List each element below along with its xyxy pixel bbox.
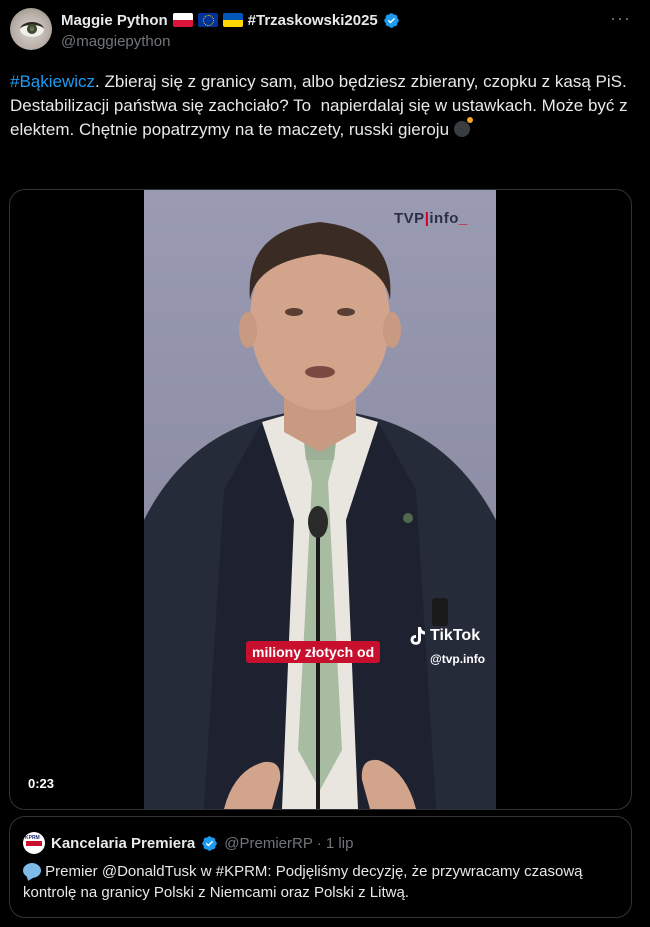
- tiktok-watermark: TikTok: [408, 626, 480, 646]
- speaker-image: [144, 222, 496, 809]
- verified-badge-icon: [201, 835, 218, 852]
- video-caption: miliony złotych od: [246, 641, 381, 663]
- quoted-tweet-text: Premier @DonaldTusk w #KPRM: Podjęliśmy …: [23, 863, 583, 901]
- author-name-tag[interactable]: #Trzaskowski2025: [248, 12, 378, 29]
- verified-badge-icon[interactable]: [383, 12, 400, 29]
- video-player[interactable]: TVP|info_ miliony złotych od TikTok @tvp…: [9, 189, 632, 810]
- eu-flag-icon: [197, 13, 218, 27]
- ukraine-flag-icon: [222, 13, 243, 27]
- quoted-tweet-header: Kancelaria Premiera @PremierRP · 1 lip: [23, 832, 354, 854]
- logo-underscore: _: [458, 210, 468, 227]
- tiktok-icon: [410, 627, 425, 645]
- tweet-header: Maggie Python #Trzaskowski2025 @maggiepy…: [0, 0, 650, 62]
- tvp-info-logo: TVP|info_: [394, 210, 468, 227]
- author-display-name[interactable]: Maggie Python: [61, 12, 168, 29]
- author-name-row: Maggie Python #Trzaskowski2025: [61, 10, 400, 30]
- quoted-author-handle-date: @PremierRP · 1 lip: [224, 834, 354, 852]
- more-options-icon[interactable]: ···: [610, 8, 631, 29]
- iris-graphic: [27, 24, 37, 34]
- poland-flag-icon: [172, 13, 193, 27]
- kprm-avatar: [23, 832, 45, 854]
- tweet-body: #Bąkiewicz. Zbieraj się z granicy sam, a…: [10, 70, 630, 142]
- author-handle[interactable]: @maggiepython: [61, 33, 170, 50]
- video-duration-badge: 0:23: [22, 774, 61, 793]
- tiktok-handle: @tvp.info: [430, 652, 486, 666]
- video-caption-text: miliony złotych od: [252, 644, 375, 660]
- quoted-author-name: Kancelaria Premiera: [51, 834, 196, 852]
- video-frame: TVP|info_: [144, 190, 496, 809]
- logo-info-text: info: [429, 210, 459, 227]
- hashtag-link[interactable]: #Bąkiewicz: [10, 72, 95, 91]
- quoted-tweet-body: Premier @DonaldTusk w #KPRM: Podjęliśmy …: [23, 861, 613, 903]
- logo-tvp-text: TVP: [394, 210, 425, 227]
- author-avatar[interactable]: [10, 8, 52, 50]
- tweet-body-text: . Zbieraj się z granicy sam, albo będzie…: [10, 72, 633, 139]
- speech-bubble-icon: [23, 863, 41, 878]
- quoted-tweet[interactable]: Kancelaria Premiera @PremierRP · 1 lip P…: [9, 816, 632, 918]
- bomb-emoji-icon: [453, 117, 473, 137]
- tiktok-label: TikTok: [430, 627, 481, 644]
